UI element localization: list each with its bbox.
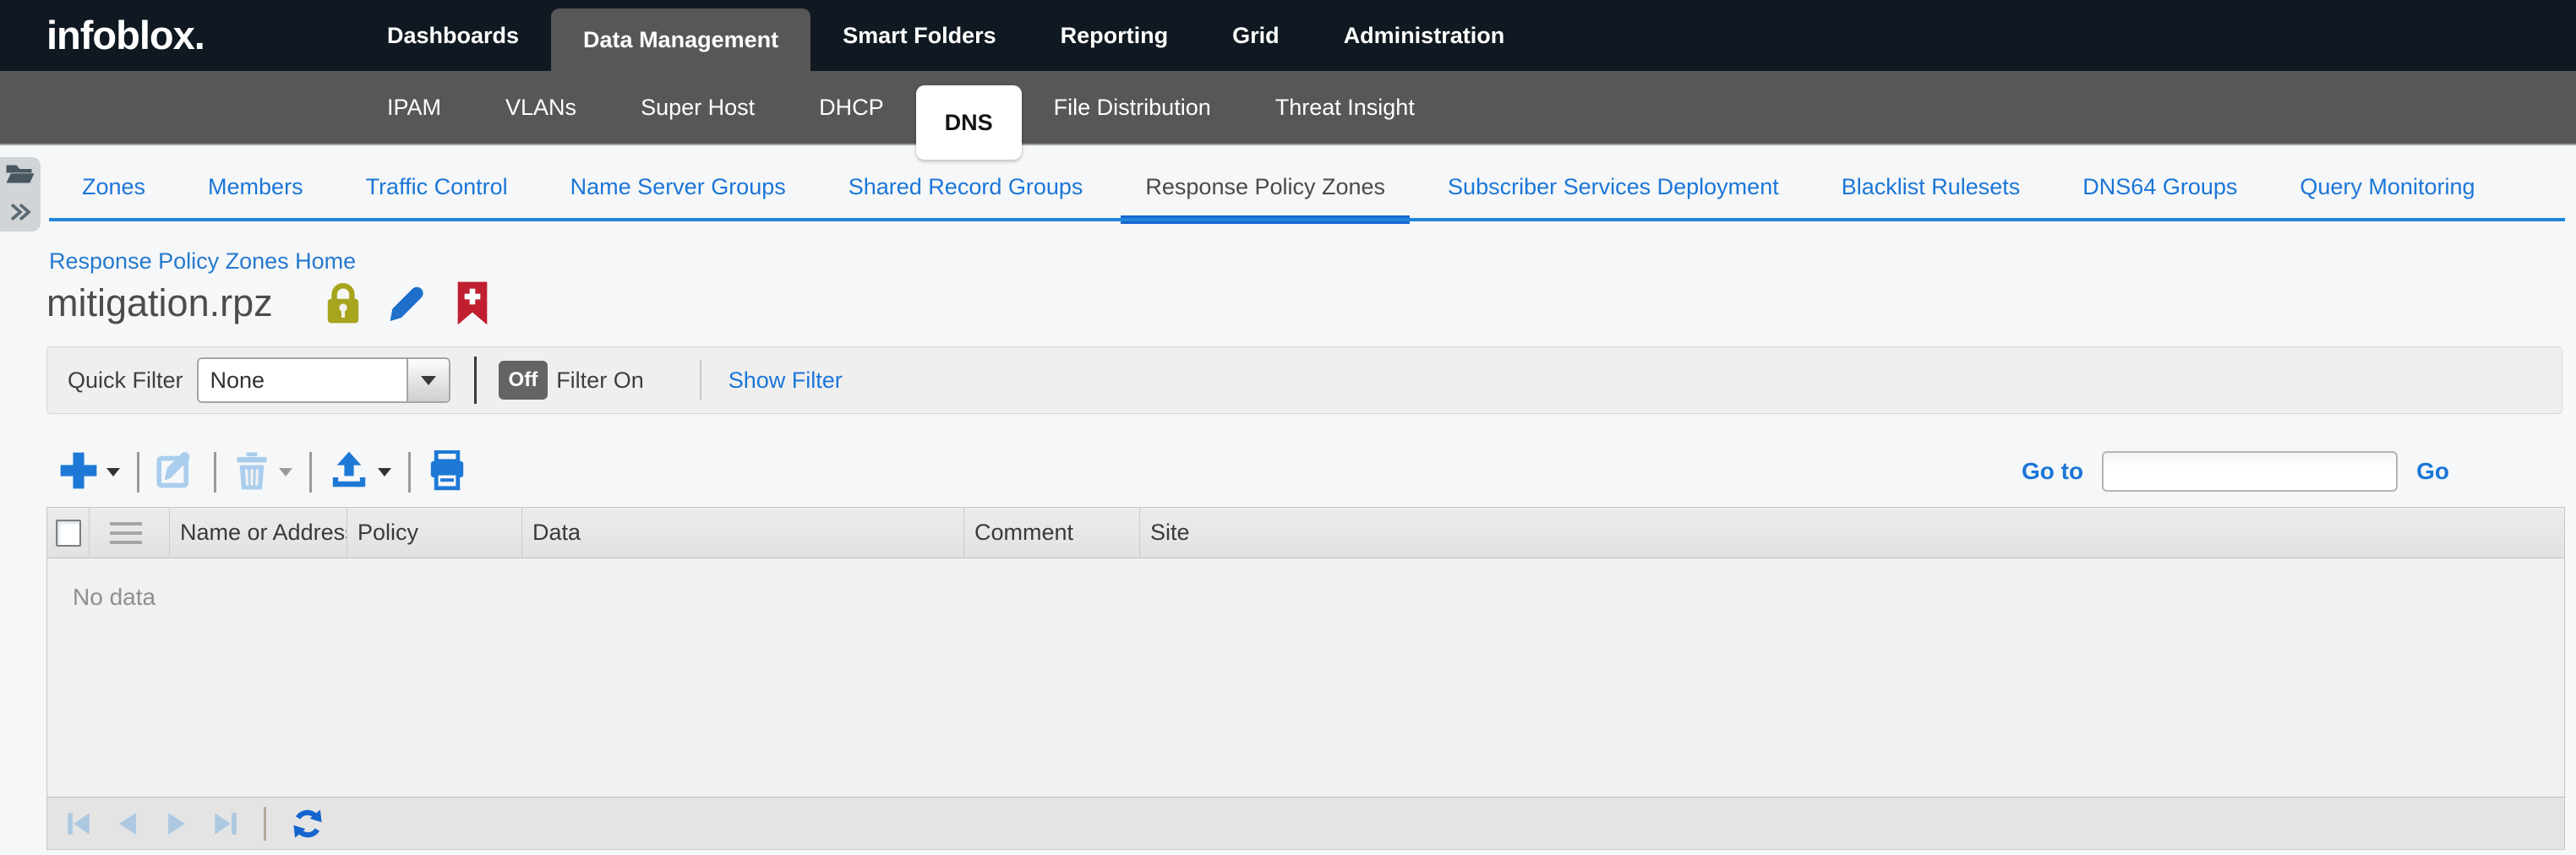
pagination-bar bbox=[47, 797, 2564, 849]
breadcrumb[interactable]: Response Policy Zones Home bbox=[49, 248, 356, 275]
grid-toolbar bbox=[59, 443, 467, 502]
first-page-icon[interactable] bbox=[64, 809, 93, 838]
tab-zones[interactable]: Zones bbox=[51, 147, 177, 224]
select-all-checkbox[interactable] bbox=[56, 520, 81, 547]
tab-response-policy-zones[interactable]: Response Policy Zones bbox=[1114, 147, 1416, 224]
tab-members[interactable]: Members bbox=[177, 147, 335, 224]
tab-subscriber-services-deployment[interactable]: Subscriber Services Deployment bbox=[1416, 147, 1810, 224]
print-button[interactable] bbox=[428, 450, 467, 495]
tab-blacklist-rulesets[interactable]: Blacklist Rulesets bbox=[1810, 147, 2052, 224]
quick-filter-value: None bbox=[199, 368, 407, 394]
subnav-item-file-distribution[interactable]: File Distribution bbox=[1022, 71, 1243, 144]
delete-button[interactable] bbox=[233, 450, 292, 495]
show-filter-link[interactable]: Show Filter bbox=[729, 368, 843, 394]
divider bbox=[700, 360, 701, 400]
goto-label: Go to bbox=[2022, 458, 2083, 485]
nav-item-data-management[interactable]: Data Management bbox=[551, 8, 810, 71]
next-page-icon[interactable] bbox=[162, 809, 191, 838]
bookmark-add-icon[interactable] bbox=[456, 280, 489, 326]
quick-filter-bar: Quick Filter None Off Filter On Show Fil… bbox=[46, 346, 2562, 414]
tab-dns64-groups[interactable]: DNS64 Groups bbox=[2051, 147, 2268, 224]
nav-item-administration[interactable]: Administration bbox=[1312, 0, 1537, 71]
goto-cluster: Go to Go bbox=[2022, 448, 2449, 495]
finder-panel-toggle[interactable] bbox=[0, 157, 41, 231]
column-header-site[interactable]: Site bbox=[1140, 508, 2564, 558]
open-folder-icon bbox=[5, 161, 35, 191]
divider bbox=[408, 452, 411, 493]
subnav-item-dns[interactable]: DNS bbox=[916, 85, 1022, 160]
filter-toggle-off[interactable]: Off bbox=[499, 361, 548, 400]
page-title: mitigation.rpz bbox=[46, 281, 273, 325]
edit-icon bbox=[156, 450, 197, 495]
subnav-item-dhcp[interactable]: DHCP bbox=[787, 71, 916, 144]
quick-filter-label: Quick Filter bbox=[68, 368, 183, 394]
column-header-policy[interactable]: Policy bbox=[347, 508, 522, 558]
sub-menu: IPAM VLANs Super Host DHCP DNS File Dist… bbox=[355, 71, 1447, 144]
dns-tab-bar: Zones Members Traffic Control Name Serve… bbox=[0, 147, 2576, 226]
expand-chevrons-icon bbox=[8, 201, 33, 227]
add-icon bbox=[59, 451, 98, 494]
nav-item-dashboards[interactable]: Dashboards bbox=[355, 0, 551, 71]
divider bbox=[474, 357, 477, 404]
table-body: No data bbox=[47, 558, 2564, 797]
divider bbox=[309, 452, 312, 493]
empty-state-text: No data bbox=[47, 558, 2564, 611]
column-header-comment[interactable]: Comment bbox=[964, 508, 1140, 558]
subnav-item-super-host[interactable]: Super Host bbox=[609, 71, 787, 144]
chevron-down-icon bbox=[106, 468, 120, 477]
subnav-item-vlans[interactable]: VLANs bbox=[473, 71, 609, 144]
goto-input[interactable] bbox=[2102, 451, 2398, 492]
quick-filter-select[interactable]: None bbox=[197, 357, 450, 403]
column-header-data[interactable]: Data bbox=[522, 508, 964, 558]
nav-item-smart-folders[interactable]: Smart Folders bbox=[810, 0, 1029, 71]
subnav-item-threat-insight[interactable]: Threat Insight bbox=[1243, 71, 1447, 144]
filter-on-label: Filter On bbox=[556, 368, 644, 394]
prev-page-icon[interactable] bbox=[113, 809, 142, 838]
sub-nav: IPAM VLANs Super Host DHCP DNS File Dist… bbox=[0, 71, 2576, 145]
last-page-icon[interactable] bbox=[211, 809, 240, 838]
lock-icon bbox=[324, 281, 363, 325]
print-icon bbox=[428, 450, 467, 495]
title-row: mitigation.rpz bbox=[46, 279, 489, 328]
select-dropdown-button[interactable] bbox=[407, 359, 449, 401]
nav-item-grid[interactable]: Grid bbox=[1200, 0, 1312, 71]
rpz-records-table: Name or Address Policy Data Comment Site… bbox=[46, 507, 2565, 850]
upload-button[interactable] bbox=[329, 450, 391, 495]
edit-button[interactable] bbox=[156, 450, 197, 495]
subnav-item-ipam[interactable]: IPAM bbox=[355, 71, 473, 144]
chevron-down-icon bbox=[421, 376, 436, 385]
chevron-down-icon bbox=[378, 468, 391, 477]
divider bbox=[137, 452, 139, 493]
go-button[interactable]: Go bbox=[2416, 458, 2449, 485]
add-button[interactable] bbox=[59, 451, 120, 494]
row-menu-icon[interactable] bbox=[110, 522, 142, 544]
edit-pencil-icon[interactable] bbox=[388, 282, 430, 324]
nav-item-reporting[interactable]: Reporting bbox=[1029, 0, 1201, 71]
tab-query-monitoring[interactable]: Query Monitoring bbox=[2268, 147, 2506, 224]
table-header: Name or Address Policy Data Comment Site bbox=[47, 508, 2564, 558]
divider bbox=[264, 807, 266, 841]
divider bbox=[214, 452, 216, 493]
column-header-name-or-address[interactable]: Name or Address bbox=[170, 508, 347, 558]
top-menu: Dashboards Data Management Smart Folders… bbox=[355, 0, 1536, 71]
tab-traffic-control[interactable]: Traffic Control bbox=[335, 147, 539, 224]
infoblox-logo: infoblox. bbox=[46, 12, 205, 58]
upload-icon bbox=[329, 450, 369, 495]
tab-name-server-groups[interactable]: Name Server Groups bbox=[539, 147, 817, 224]
delete-icon bbox=[233, 450, 270, 495]
top-nav: infoblox. Dashboards Data Management Sma… bbox=[0, 0, 2576, 71]
refresh-icon[interactable] bbox=[290, 806, 325, 841]
chevron-down-icon bbox=[279, 468, 292, 477]
tab-underline bbox=[49, 218, 2565, 221]
